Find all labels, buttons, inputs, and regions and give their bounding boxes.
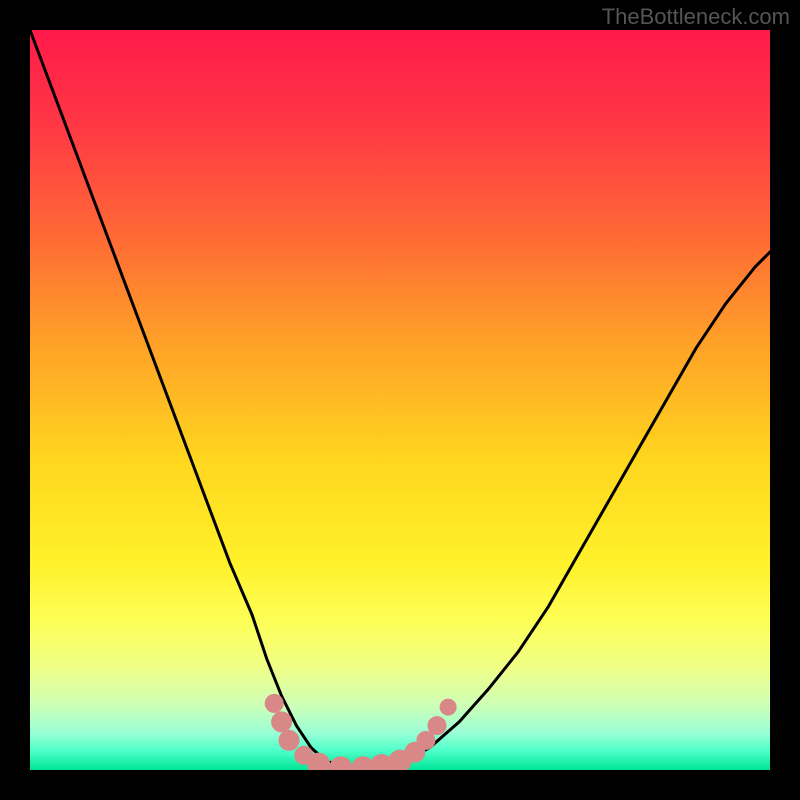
watermark-text: TheBottleneck.com: [602, 4, 790, 30]
data-marker: [308, 753, 330, 770]
chart-frame: TheBottleneck.com: [0, 0, 800, 800]
chart-svg: [30, 30, 770, 770]
data-marker: [428, 717, 446, 735]
data-marker: [279, 730, 299, 750]
data-marker: [265, 694, 283, 712]
data-marker: [440, 699, 456, 715]
gradient-background: [30, 30, 770, 770]
data-marker: [272, 712, 292, 732]
plot-area: [30, 30, 770, 770]
data-marker: [417, 731, 435, 749]
